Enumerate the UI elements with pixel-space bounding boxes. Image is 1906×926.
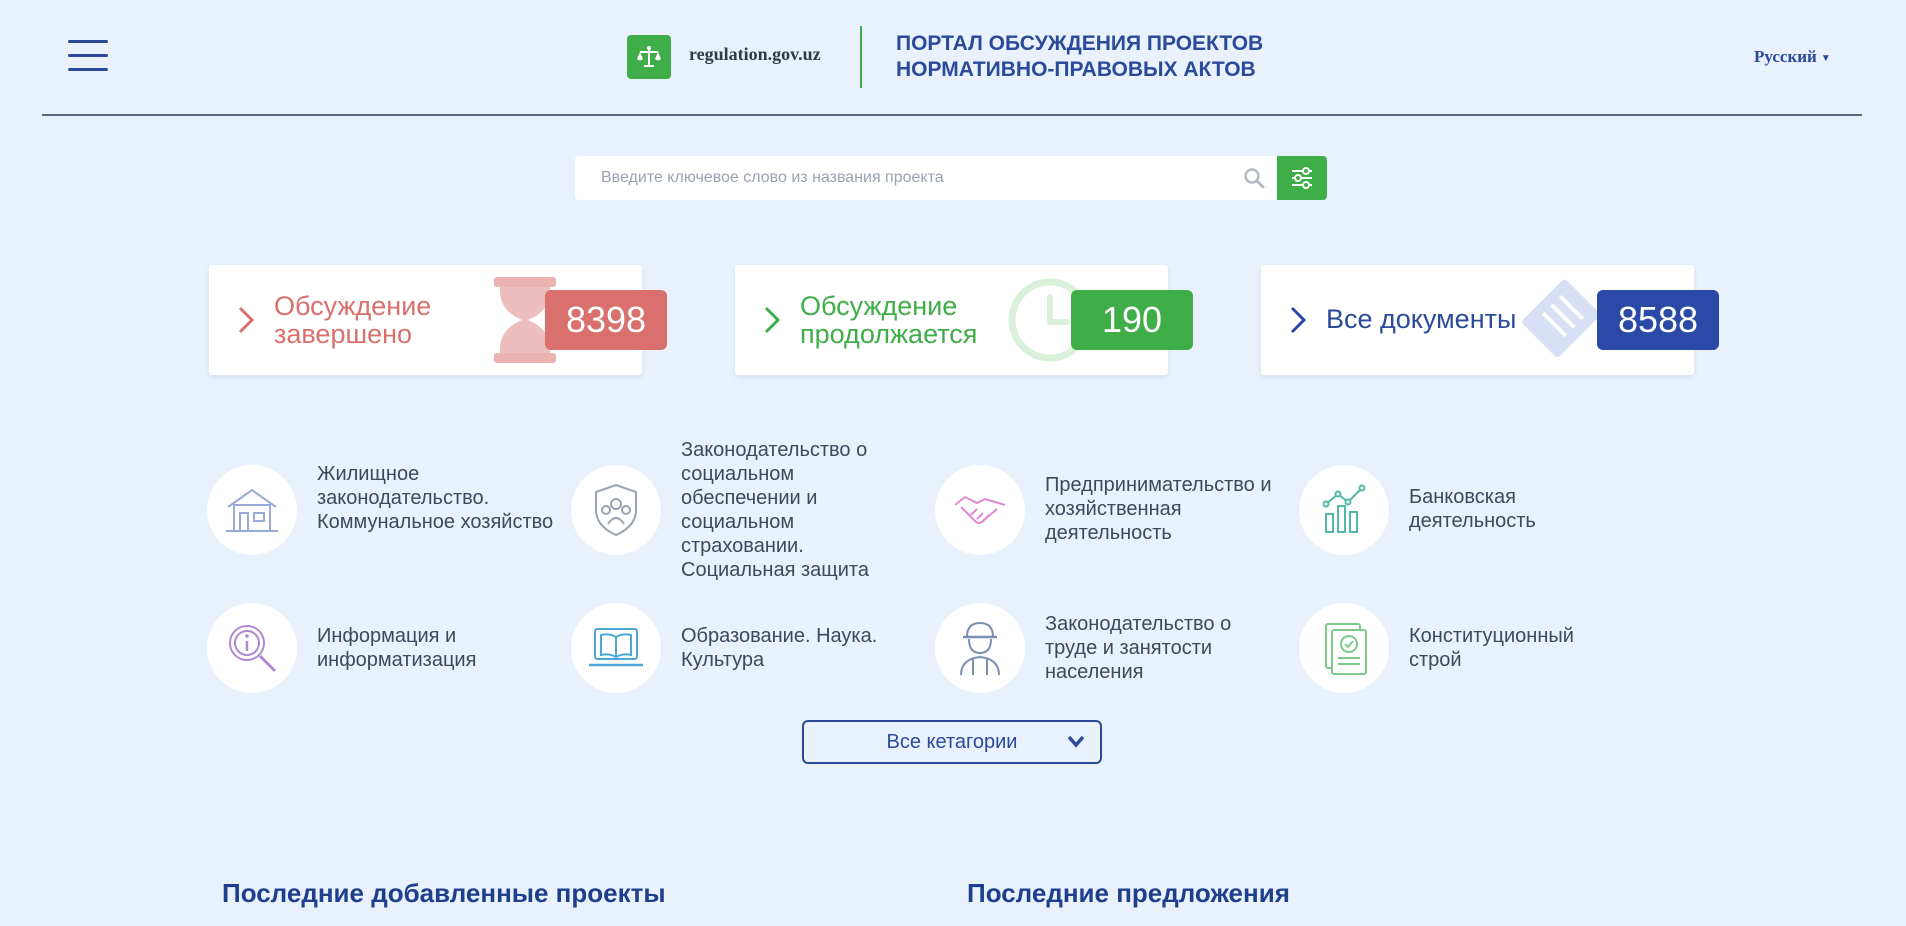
chevron-right-icon (238, 306, 255, 334)
shield-people-icon (571, 465, 661, 555)
language-label: Русский (1754, 47, 1817, 66)
category-name: Законодательство о труде и занятости нас… (1045, 613, 1232, 683)
stat-label-ongoing: Обсуждение продолжается (800, 292, 977, 348)
stat-label-completed: Обсуждение завершено (274, 292, 431, 348)
latest-proposals-heading: Последние предложения (967, 878, 1290, 908)
stat-label-completed-line1: Обсуждение (274, 291, 432, 321)
chevron-right-icon (1290, 306, 1307, 334)
category-name: Предпринимательство и хозяйственная деят… (1045, 474, 1272, 544)
category-education[interactable]: Образование. Наука. Культура (571, 590, 931, 710)
all-categories-label: Все кетагории (886, 730, 1018, 753)
category-constitution[interactable]: Конституционный строй (1299, 590, 1659, 710)
search-bar (575, 156, 1277, 200)
search-icon[interactable] (1242, 166, 1266, 190)
worker-icon (935, 603, 1025, 693)
portal-title-line2: НОРМАТИВНО-ПРАВОВЫХ АКТОВ (896, 58, 1256, 81)
chevron-down-icon (1067, 735, 1085, 748)
stat-badge-completed: 8398 (545, 290, 667, 350)
category-information[interactable]: Информация и информатизация (207, 590, 567, 710)
category-banking[interactable]: Банковская деятельность (1299, 450, 1659, 570)
stat-label-ongoing-line2: продолжается (800, 319, 978, 349)
stat-label-all-documents: Все документы (1326, 304, 1517, 334)
category-name: Законодательство о социальном обеспечени… (681, 439, 869, 581)
language-selector[interactable]: Русский ▼ (1754, 47, 1831, 67)
category-name: Конституционный строй (1409, 625, 1574, 671)
category-labor[interactable]: Законодательство о труде и занятости нас… (935, 590, 1295, 710)
stat-label-completed-line2: завершено (274, 319, 413, 349)
handshake-icon (935, 465, 1025, 555)
laptop-book-icon (571, 603, 661, 693)
category-name: Образование. Наука. Культура (681, 625, 878, 671)
all-categories-button[interactable]: Все кетагории (802, 720, 1102, 764)
filter-button[interactable] (1277, 156, 1327, 200)
portal-title: ПОРТАЛ ОБСУЖДЕНИЯ ПРОЕКТОВ НОРМАТИВНО-ПР… (896, 31, 1263, 83)
category-name: Жилищное законодательство. Коммунальное … (317, 463, 554, 533)
header-divider (860, 26, 862, 88)
document-check-icon (1299, 603, 1389, 693)
category-social-security[interactable]: Законодательство о социальном обеспечени… (571, 439, 931, 581)
stat-label-ongoing-line1: Обсуждение (800, 291, 958, 321)
caret-down-icon: ▼ (1820, 52, 1831, 64)
filter-sliders-icon (1292, 167, 1312, 189)
site-domain[interactable]: regulation.gov.uz (689, 44, 821, 65)
category-name: Банковская деятельность (1409, 486, 1536, 532)
header: regulation.gov.uz ПОРТАЛ ОБСУЖДЕНИЯ ПРОЕ… (0, 0, 1906, 116)
chevron-right-icon (764, 306, 781, 334)
stat-badge-ongoing: 190 (1071, 290, 1193, 350)
header-rule (42, 114, 1862, 116)
category-name: Информация и информатизация (317, 625, 477, 671)
stat-badge-all-documents: 8588 (1597, 290, 1719, 350)
scales-logo-icon[interactable] (627, 35, 671, 79)
category-housing[interactable]: Жилищное законодательство. Коммунальное … (207, 450, 567, 570)
category-business[interactable]: Предпринимательство и хозяйственная деят… (935, 450, 1295, 570)
bar-chart-icon (1299, 465, 1389, 555)
latest-projects-heading: Последние добавленные проекты (222, 878, 666, 908)
portal-title-line1: ПОРТАЛ ОБСУЖДЕНИЯ ПРОЕКТОВ (896, 32, 1264, 55)
info-magnifier-icon (207, 603, 297, 693)
menu-icon[interactable] (68, 40, 108, 72)
search-input[interactable] (575, 156, 1235, 200)
house-icon (207, 465, 297, 555)
